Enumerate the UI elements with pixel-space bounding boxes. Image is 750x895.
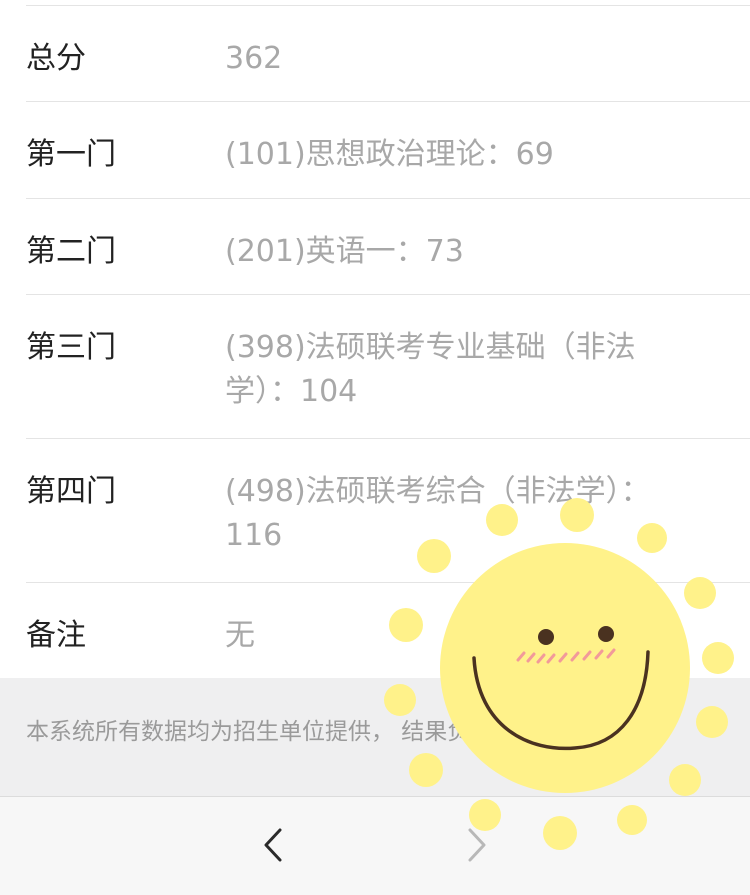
row-label: 备注 bbox=[26, 618, 86, 653]
back-button[interactable] bbox=[256, 825, 296, 865]
row-label: 第一门 bbox=[26, 137, 116, 172]
row-label: 第四门 bbox=[26, 474, 116, 509]
row-value: (201)英语一：73 bbox=[225, 234, 464, 269]
chevron-left-icon bbox=[264, 828, 282, 862]
row-value: (101)思想政治理论：69 bbox=[225, 137, 554, 172]
smiling-sun-sticker bbox=[384, 498, 734, 850]
row-subject-2: 第二门 (201)英语一：73 bbox=[0, 199, 750, 295]
row-subject-1: 第一门 (101)思想政治理论：69 bbox=[0, 102, 750, 199]
row-label: 第三门 bbox=[26, 330, 116, 365]
row-subject-3: 第三门 (398)法硕联考专业基础（非法学）：104 bbox=[0, 295, 750, 439]
row-value: 362 bbox=[225, 41, 283, 76]
row-total-score: 总分 362 bbox=[0, 6, 750, 102]
row-value: (398)法硕联考专业基础（非法学）：104 bbox=[225, 330, 636, 409]
row-label: 总分 bbox=[26, 41, 86, 76]
row-label: 第二门 bbox=[26, 234, 116, 269]
